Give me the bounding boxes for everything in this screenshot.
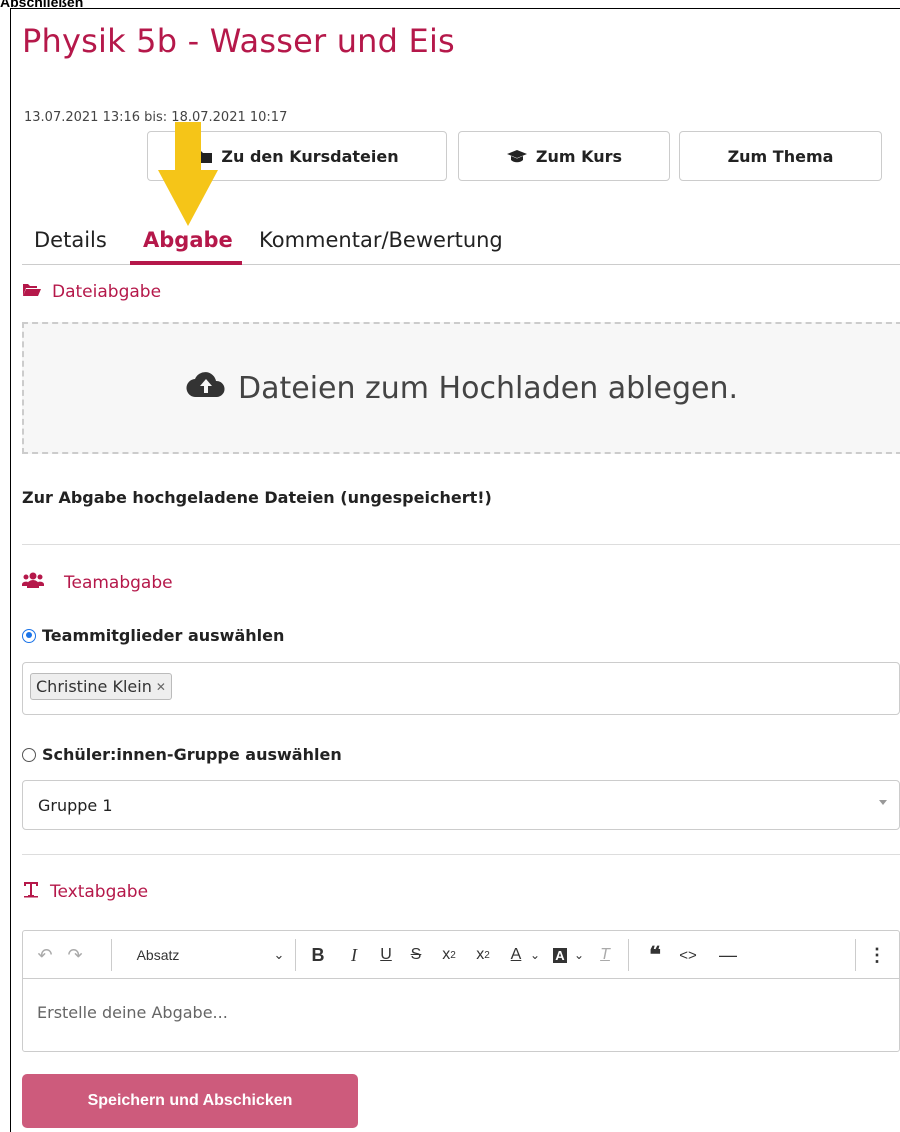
- code-icon[interactable]: <>: [673, 931, 703, 979]
- toolbar-separator: [855, 939, 856, 971]
- toolbar-separator: [628, 939, 629, 971]
- member-chip-label: Christine Klein: [36, 677, 152, 696]
- file-submission-heading: Dateiabgabe: [22, 282, 161, 302]
- folder-open-icon: [22, 282, 42, 302]
- dropzone-text: Dateien zum Hochladen ablegen.: [237, 370, 739, 406]
- divider: [22, 854, 900, 855]
- page-title: Physik 5b - Wasser und Eis: [22, 22, 455, 60]
- toolbar-separator: [295, 939, 296, 971]
- tab-bar: Details Abgabe Kommentar/Bewertung: [22, 222, 900, 265]
- file-dropzone[interactable]: Dateien zum Hochladen ablegen.: [22, 322, 900, 454]
- clear-format-icon[interactable]: T: [593, 931, 617, 979]
- radio-team-members[interactable]: Teammitglieder auswählen: [22, 626, 284, 645]
- group-select[interactable]: Gruppe 1: [22, 780, 900, 830]
- course-button[interactable]: Zum Kurs: [458, 131, 670, 181]
- text-submission-title: Textabgabe: [50, 881, 149, 902]
- annotation-arrow-icon: [158, 122, 218, 226]
- tab-details[interactable]: Details: [34, 228, 107, 252]
- assignment-dates: 13.07.2021 13:16 bis: 18.07.2021 10:17: [24, 110, 288, 125]
- file-submission-title: Dateiabgabe: [52, 282, 162, 302]
- tab-abgabe[interactable]: Abgabe: [143, 228, 233, 252]
- radio-student-group[interactable]: Schüler:innen-Gruppe auswählen: [22, 745, 342, 764]
- redo-icon[interactable]: ↷: [61, 931, 89, 979]
- text-icon: [22, 880, 40, 903]
- more-options-icon[interactable]: ⋮: [865, 931, 889, 979]
- topic-label: Zum Thema: [727, 146, 834, 166]
- highlight-color-icon[interactable]: A: [549, 931, 571, 979]
- graduation-cap-icon: [506, 149, 528, 164]
- undo-icon[interactable]: ↶: [31, 931, 59, 979]
- team-members-select[interactable]: Christine Klein ✕: [22, 662, 900, 715]
- users-icon: [22, 572, 44, 593]
- chevron-down-icon[interactable]: ⌄: [269, 931, 289, 979]
- quote-icon[interactable]: ❝: [641, 931, 669, 979]
- underline-icon[interactable]: U: [373, 931, 399, 979]
- editor-content-area[interactable]: Erstelle deine Abgabe...: [23, 979, 899, 1046]
- text-submission-heading: Textabgabe: [22, 880, 148, 903]
- course-files-label: Zu den Kursdateien: [221, 146, 399, 166]
- team-submission-heading: Teamabgabe: [22, 572, 173, 593]
- chevron-down-icon: [879, 800, 887, 805]
- subscript-icon[interactable]: x2: [435, 931, 463, 979]
- italic-icon[interactable]: I: [341, 931, 367, 979]
- bold-icon[interactable]: B: [305, 931, 331, 979]
- cloud-upload-icon: [186, 370, 226, 406]
- radio-team-members-label: Teammitglieder auswählen: [42, 626, 285, 645]
- radio-unchecked-icon[interactable]: [22, 747, 36, 762]
- rich-text-editor: ↶ ↷ Absatz ⌄ B I U S x2 x2 A ⌄ A ⌄ T ❝ <…: [22, 930, 900, 1052]
- paragraph-format-label[interactable]: Absatz: [127, 931, 189, 979]
- strikethrough-icon[interactable]: S: [403, 931, 429, 979]
- uploaded-files-label: Zur Abgabe hochgeladene Dateien (ungespe…: [22, 488, 492, 507]
- horizontal-line-icon[interactable]: —: [713, 931, 743, 979]
- chevron-down-icon[interactable]: ⌄: [527, 931, 543, 979]
- group-select-value: Gruppe 1: [38, 795, 113, 815]
- active-tab-indicator: [130, 261, 242, 265]
- remove-member-icon[interactable]: ✕: [156, 680, 166, 694]
- editor-toolbar: ↶ ↷ Absatz ⌄ B I U S x2 x2 A ⌄ A ⌄ T ❝ <…: [23, 931, 899, 979]
- team-submission-title: Teamabgabe: [64, 572, 173, 593]
- radio-checked-icon[interactable]: [22, 628, 36, 643]
- save-and-submit-button[interactable]: Speichern und Abschicken: [22, 1074, 358, 1128]
- course-label: Zum Kurs: [535, 146, 623, 166]
- font-color-icon[interactable]: A: [505, 931, 527, 979]
- superscript-icon[interactable]: x2: [469, 931, 497, 979]
- toolbar-separator: [111, 939, 112, 971]
- tab-kommentar-bewertung[interactable]: Kommentar/Bewertung: [259, 228, 503, 252]
- divider: [22, 544, 900, 545]
- member-chip: Christine Klein ✕: [30, 673, 172, 700]
- chevron-down-icon[interactable]: ⌄: [571, 931, 587, 979]
- topic-button[interactable]: Zum Thema: [679, 131, 882, 181]
- radio-student-group-label: Schüler:innen-Gruppe auswählen: [42, 745, 342, 764]
